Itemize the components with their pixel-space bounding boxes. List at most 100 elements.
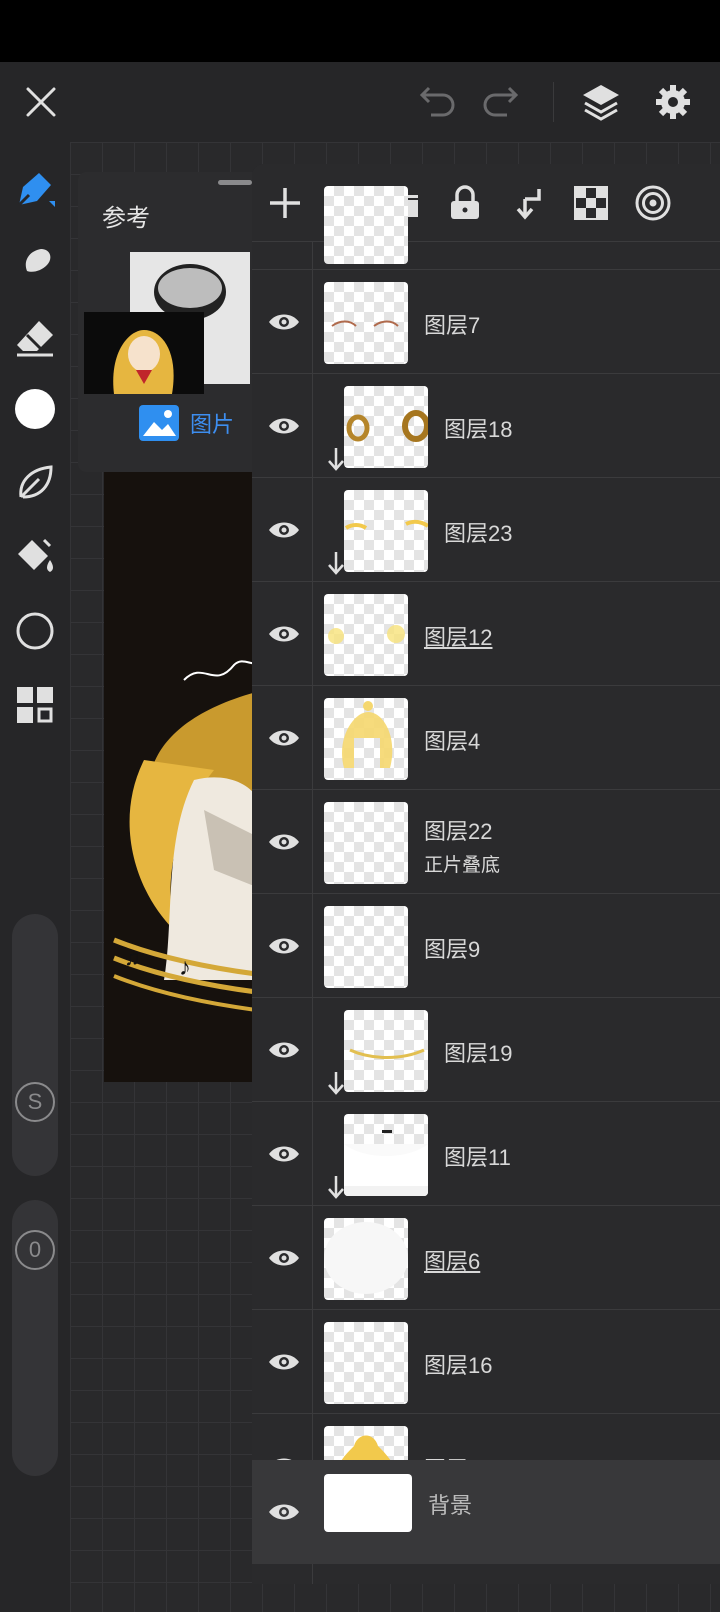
- layer-row[interactable]: 图层11: [252, 1102, 720, 1206]
- layer-thumbnail: [324, 1322, 408, 1404]
- eye-icon: [269, 1146, 299, 1162]
- visibility-toggle[interactable]: [264, 1492, 304, 1532]
- layer-name: 图层22: [424, 819, 493, 844]
- lock-icon: [451, 185, 479, 219]
- pen-tool[interactable]: [12, 166, 58, 212]
- layer-preview: [324, 802, 408, 884]
- visibility-toggle[interactable]: [264, 406, 304, 446]
- pen-icon: [17, 173, 55, 207]
- add-layer-button[interactable]: [262, 180, 308, 226]
- layer-preview: [324, 906, 408, 988]
- visibility-toggle[interactable]: [264, 510, 304, 550]
- layer-row[interactable]: 图层7: [252, 270, 720, 374]
- layer-name: 图层16: [424, 1353, 493, 1378]
- undo-icon: [419, 86, 455, 117]
- more-tools[interactable]: [12, 682, 58, 728]
- artwork-image: ♫ ♪: [104, 460, 264, 1082]
- reference-image-2[interactable]: [84, 312, 204, 394]
- layers-panel: 图层7 图层18 图层23 图层12 图层4 图层22 正片叠底图层9 图层19 图层11 图层6…: [252, 164, 720, 1584]
- layer-thumbnail: [344, 1114, 428, 1196]
- layer-thumbnail: [324, 1218, 408, 1300]
- artwork[interactable]: ♫ ♪: [104, 460, 264, 1082]
- opacity-badge-icon: 0: [15, 1230, 55, 1270]
- reference-panel[interactable]: 图片 参考: [78, 172, 268, 472]
- layer-row[interactable]: 图层19: [252, 998, 720, 1102]
- layer-row[interactable]: 图层18: [252, 374, 720, 478]
- layer-name: 图层6: [424, 1249, 481, 1274]
- lock-layer-button[interactable]: [442, 180, 488, 226]
- settings-button[interactable]: [650, 79, 696, 125]
- visibility-toggle[interactable]: [264, 614, 304, 654]
- smudge-tool[interactable]: [12, 240, 58, 286]
- checker-icon: [574, 186, 608, 220]
- layer-thumbnail: [324, 906, 408, 988]
- layer-thumbnail: [324, 698, 408, 780]
- layers-button[interactable]: [578, 79, 624, 125]
- layer-thumbnail: [324, 1474, 412, 1532]
- divider: [553, 82, 554, 122]
- reference-character: [84, 312, 204, 394]
- visibility-toggle[interactable]: [264, 302, 304, 342]
- target-icon: [635, 185, 671, 221]
- color-swatch-icon: [15, 389, 55, 429]
- clipping-indicator: [326, 446, 346, 472]
- layer-row[interactable]: 图层9: [252, 894, 720, 998]
- layer-preview: [342, 701, 393, 768]
- image-icon: [139, 405, 179, 441]
- eye-icon: [269, 1354, 299, 1370]
- visibility-toggle[interactable]: [264, 1134, 304, 1174]
- clipping-indicator: [326, 1070, 346, 1096]
- clip-arrow-icon: [516, 189, 541, 220]
- layer-thumbnail: [324, 282, 408, 364]
- layer-name: 图层4: [424, 729, 481, 754]
- import-image-label: 图片: [190, 412, 235, 437]
- color-picker[interactable]: [12, 386, 58, 432]
- clipping-indicator: [326, 1174, 346, 1200]
- layer-row[interactable]: 图层22 正片叠底: [252, 790, 720, 894]
- layer-row-background[interactable]: 背景: [252, 1460, 720, 1564]
- eye-icon: [269, 834, 299, 850]
- transparency-lock-button[interactable]: [568, 180, 614, 226]
- visibility-toggle[interactable]: [264, 1030, 304, 1070]
- visibility-toggle[interactable]: [264, 822, 304, 862]
- layer-preview: [328, 625, 405, 644]
- drag-handle[interactable]: [218, 180, 252, 185]
- visibility-toggle[interactable]: [264, 1342, 304, 1382]
- eye-icon: [269, 938, 299, 954]
- visibility-toggle[interactable]: [264, 718, 304, 758]
- left-toolbar: S 0: [0, 142, 70, 1612]
- eraser-icon: [17, 321, 53, 357]
- layer-preview: [349, 1048, 425, 1059]
- brush-library-tool[interactable]: [12, 460, 58, 506]
- brush-size-slider[interactable]: S: [12, 914, 58, 1176]
- layer-row[interactable]: 图层23: [252, 478, 720, 582]
- layer-effects-button[interactable]: [630, 180, 676, 226]
- visibility-toggle[interactable]: [264, 926, 304, 966]
- layer-row[interactable]: 图层12: [252, 582, 720, 686]
- fill-tool[interactable]: [12, 534, 58, 580]
- close-button[interactable]: [18, 79, 64, 125]
- layer-row[interactable]: 图层6: [252, 1206, 720, 1310]
- visibility-toggle[interactable]: [264, 1238, 304, 1278]
- opacity-slider[interactable]: 0: [12, 1200, 58, 1476]
- undo-button[interactable]: [414, 79, 460, 125]
- clipping-mask-button[interactable]: [506, 180, 552, 226]
- layer-preview: [324, 1322, 408, 1404]
- layer-thumbnail: [344, 1010, 428, 1092]
- layers-toolbar: [252, 164, 720, 242]
- blend-mode-label: 正片叠底: [424, 855, 501, 876]
- layer-thumbnail: [324, 186, 408, 264]
- redo-button[interactable]: [478, 79, 524, 125]
- eraser-tool[interactable]: [12, 314, 58, 360]
- layer-row[interactable]: 图层16: [252, 1310, 720, 1414]
- selection-tool[interactable]: [12, 608, 58, 654]
- grid-icon: [17, 687, 53, 723]
- leaf-icon: [19, 465, 53, 499]
- top-bar: [0, 62, 720, 142]
- eye-icon: [269, 626, 299, 642]
- layer-row[interactable]: 图层4: [252, 686, 720, 790]
- layer-row-partial[interactable]: [252, 186, 720, 270]
- import-image-button[interactable]: 图片: [138, 404, 234, 442]
- layer-preview: [344, 1130, 428, 1196]
- app-root: ♫ ♪ S 0 图片 参考 图层7 图层18 图层23 图层12 图层4 图层2…: [0, 0, 720, 1612]
